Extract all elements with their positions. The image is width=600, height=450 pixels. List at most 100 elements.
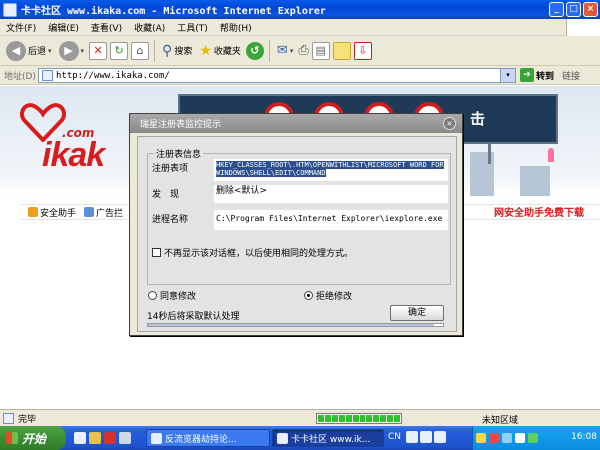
- quick-launch: [74, 432, 131, 444]
- windows-flag-icon: [6, 432, 18, 444]
- load-progress-bar: [316, 413, 402, 424]
- mail-icon: ✉: [276, 43, 288, 58]
- radio-reject-circle[interactable]: [304, 290, 313, 300]
- menu-bar: 文件(F) 编辑(E) 查看(V) 收藏(A) 工具(T) 帮助(H): [0, 19, 600, 36]
- favorites-button[interactable]: ★ 收藏夹: [197, 39, 243, 63]
- dont-show-again-option[interactable]: 不再显示该对话框，以后使用相同的处理方式。: [152, 246, 353, 259]
- download-button[interactable]: ⇩: [353, 41, 372, 60]
- search-label: 搜索: [174, 47, 193, 57]
- tray-icon[interactable]: [528, 433, 538, 443]
- keyboard-icon[interactable]: [434, 431, 446, 443]
- billboard-text: 击: [470, 110, 486, 128]
- mail-button[interactable]: ✉ ▾: [275, 39, 295, 63]
- taskbar-item-ikaka[interactable]: 卡卡社区 www.ik...: [272, 429, 384, 447]
- back-dropdown-icon[interactable]: ▾: [48, 47, 52, 55]
- dont-show-again-checkbox[interactable]: [152, 248, 161, 257]
- edit-button[interactable]: ▤: [311, 41, 330, 60]
- tray-icon[interactable]: [476, 433, 486, 443]
- page-icon: [42, 70, 53, 81]
- page-done-icon: [3, 412, 14, 424]
- nav-ad-blocker[interactable]: 广告拦: [84, 206, 123, 219]
- forward-button[interactable]: ▶ ▾: [57, 39, 87, 63]
- language-bar: [406, 431, 466, 445]
- ime-icon[interactable]: [406, 431, 418, 443]
- history-button[interactable]: ↺: [245, 41, 264, 60]
- group-title: 注册表信息: [154, 147, 204, 160]
- app-quicklaunch-icon[interactable]: [119, 432, 131, 444]
- ad-block-icon: [84, 207, 95, 217]
- registry-info-group: 注册表信息 注册表项 HKEY_CLASSES_ROOT\.HTM\OPENWI…: [147, 147, 451, 285]
- messenger-button[interactable]: [332, 41, 351, 60]
- address-dropdown-icon[interactable]: ▾: [500, 69, 515, 82]
- stop-button[interactable]: ✕: [89, 41, 108, 60]
- search-icon: ⚲: [162, 42, 173, 59]
- radio-agree-circle[interactable]: [148, 290, 157, 300]
- checkbox-label: 不再显示该对话框，以后使用相同的处理方式。: [164, 249, 354, 259]
- radio-reject[interactable]: 拒绝修改: [304, 289, 352, 302]
- taskbar-item-forum[interactable]: 反流览器劫持论...: [146, 429, 270, 447]
- registry-key-text: HKEY_CLASSES_ROOT\.HTM\OPENWITHLIST\MICR…: [216, 161, 444, 177]
- registry-monitor-dialog: 瑞星注册表监控提示 × 注册表信息 注册表项 HKEY_CLASSES_ROOT…: [129, 113, 463, 336]
- search-button[interactable]: ⚲ 搜索: [160, 39, 194, 63]
- nav-label: 安全助手: [40, 208, 77, 219]
- progress-fill: [148, 324, 435, 326]
- security-zone: 未知区域: [482, 416, 519, 426]
- menu-edit[interactable]: 编辑(E): [42, 21, 85, 34]
- mascot-figure: [548, 148, 554, 162]
- help-icon[interactable]: [420, 431, 432, 443]
- dialog-close-icon[interactable]: ×: [443, 117, 456, 130]
- print-button[interactable]: ⎙: [298, 43, 308, 58]
- menu-file[interactable]: 文件(F): [0, 21, 42, 34]
- menu-help[interactable]: 帮助(H): [214, 21, 258, 34]
- favorites-label: 收藏夹: [213, 47, 241, 57]
- input-language-indicator[interactable]: CN: [388, 432, 401, 442]
- ie-icon: [151, 432, 162, 444]
- radio-agree[interactable]: 同意修改: [148, 289, 196, 302]
- radio-agree-label: 同意修改: [160, 291, 197, 302]
- countdown-progress-bar: [147, 323, 444, 327]
- back-arrow-icon: ◀: [6, 40, 26, 61]
- refresh-button[interactable]: ↻: [110, 41, 129, 60]
- start-button[interactable]: 开始: [0, 426, 66, 450]
- maximize-button[interactable]: □: [566, 2, 581, 17]
- app-quicklaunch-icon[interactable]: [104, 432, 116, 444]
- toolbar-separator: [268, 39, 270, 62]
- close-button[interactable]: ×: [583, 2, 598, 17]
- address-input[interactable]: http://www.ikaka.com/ ▾: [38, 68, 516, 83]
- ok-button[interactable]: 确定: [390, 305, 444, 321]
- ikaka-logo[interactable]: ikak: [42, 136, 105, 175]
- nav-label: 广告拦: [96, 208, 124, 219]
- process-name-value: C:\Program Files\Internet Explorer\iexpl…: [214, 210, 448, 230]
- radio-reject-label: 拒绝修改: [316, 291, 353, 302]
- clock[interactable]: 16:08: [571, 432, 597, 442]
- status-text: 完毕: [18, 414, 37, 425]
- menu-tools[interactable]: 工具(T): [171, 21, 214, 34]
- dialog-titlebar[interactable]: 瑞星注册表监控提示 ×: [130, 114, 462, 133]
- address-label: 地址(D): [4, 71, 36, 82]
- ie-quicklaunch-icon[interactable]: [74, 432, 86, 444]
- forward-dropdown-icon[interactable]: ▾: [81, 47, 85, 55]
- menu-favorites[interactable]: 收藏(A): [128, 21, 171, 34]
- address-bar: 地址(D) http://www.ikaka.com/ ▾ ➔ 转到 链接: [0, 66, 600, 85]
- finding-value: 删除<默认>: [214, 185, 448, 203]
- home-button[interactable]: ⌂: [131, 41, 150, 60]
- back-label: 后退: [28, 47, 47, 57]
- folder-quicklaunch-icon[interactable]: [89, 432, 101, 444]
- promo-link[interactable]: 网安全助手免费下载: [494, 204, 584, 219]
- menu-view[interactable]: 查看(V): [85, 21, 128, 34]
- toolbar-separator: [154, 39, 156, 62]
- go-button[interactable]: ➔ 转到: [520, 68, 554, 82]
- back-button[interactable]: ◀ 后退 ▾: [4, 39, 54, 63]
- task-label: 反流览器劫持论...: [165, 434, 237, 445]
- tray-icon[interactable]: [489, 433, 499, 443]
- address-url[interactable]: http://www.ikaka.com/: [56, 71, 170, 81]
- tray-icon[interactable]: [515, 433, 525, 443]
- minimize-button[interactable]: _: [549, 2, 564, 17]
- finding-label: 发 现: [152, 190, 180, 200]
- nav-security-assistant[interactable]: 安全助手: [28, 206, 76, 219]
- window-titlebar[interactable]: 卡卡社区 www.ikaka.com - Microsoft Internet …: [0, 0, 600, 19]
- mail-dropdown-icon: ▾: [289, 46, 294, 55]
- taskbar: 开始 反流览器劫持论... 卡卡社区 www.ik... CN 16:08: [0, 426, 600, 450]
- tray-icon[interactable]: [502, 433, 512, 443]
- links-button[interactable]: 链接: [562, 69, 580, 82]
